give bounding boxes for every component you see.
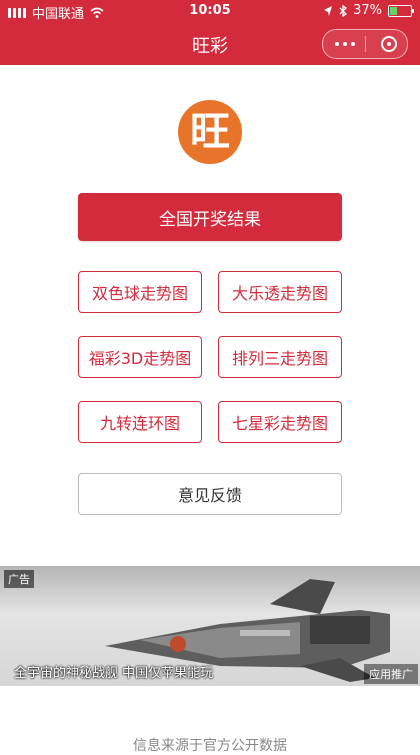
battery-icon [388,4,414,17]
national-results-button[interactable]: 全国开奖结果 [78,193,342,241]
dlt-trend-button[interactable]: 大乐透走势图 [218,271,342,313]
status-bar: 中国联通 10:05 37% [0,0,420,22]
nav-bar: 旺彩 [0,22,420,65]
pl3-trend-button[interactable]: 排列三走势图 [218,336,342,378]
ad-app-label: 应用推广 [364,664,418,684]
fc3d-trend-button[interactable]: 福彩3D走势图 [78,336,202,378]
battery-fill [390,6,397,15]
bluetooth-icon [339,4,348,17]
ad-caption: 全宇宙的神秘战舰 中国仅苹果能玩 [14,666,214,681]
status-right: 37% [323,3,414,18]
ad-tag: 广告 [4,570,34,588]
ssq-trend-button[interactable]: 双色球走势图 [78,271,202,313]
mini-program-capsule [322,29,408,59]
footer-source-text: 信息来源于官方公开数据 [133,738,287,754]
app-logo: 旺 [178,100,242,164]
more-dots-icon[interactable] [335,39,355,49]
qxc-trend-button[interactable]: 七星彩走势图 [218,401,342,443]
battery-percent: 37% [353,3,382,18]
ad-banner[interactable]: 广告 全宇宙的神秘战舰 中国仅苹果能玩 应用推广 [0,566,420,686]
close-circle-icon[interactable] [381,36,397,52]
feedback-button[interactable]: 意见反馈 [78,473,342,515]
capsule-divider [365,36,366,52]
jzlh-chart-button[interactable]: 九转连环图 [78,401,202,443]
location-icon [324,5,333,16]
